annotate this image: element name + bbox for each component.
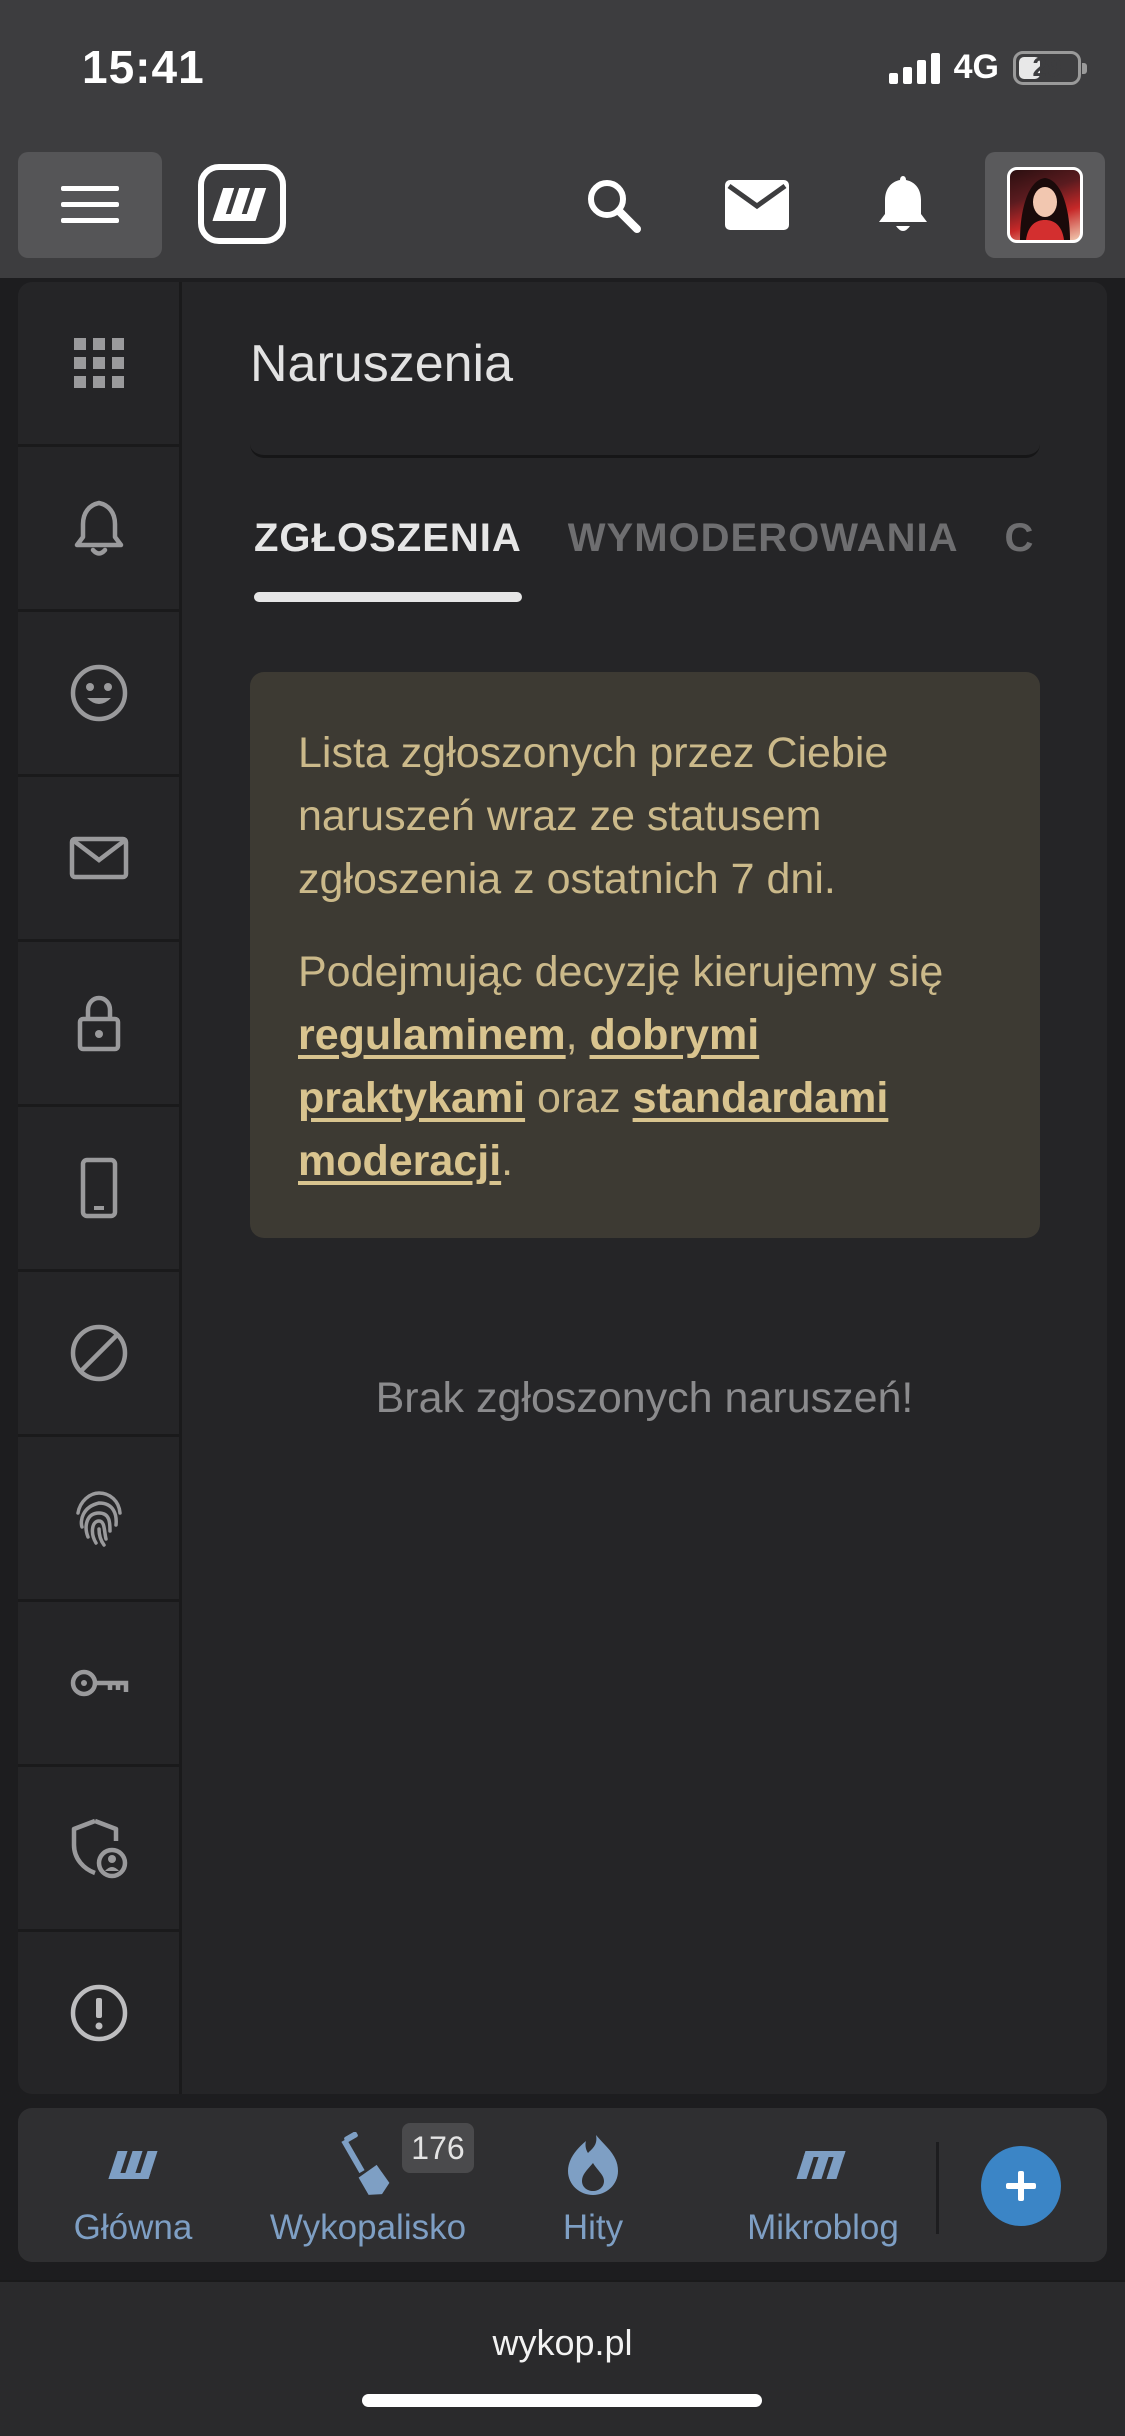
settings-sidebar [18, 282, 182, 2094]
notifications-button[interactable] [868, 170, 938, 240]
content-area: Naruszenia ZGŁOSZENIA WYMODEROWANIA C List… [182, 282, 1107, 2094]
nav-label: Wykopalisko [269, 2208, 467, 2247]
flame-icon [568, 2135, 618, 2195]
user-avatar [1007, 167, 1083, 243]
grid-icon [73, 338, 124, 388]
main-card: Naruszenia ZGŁOSZENIA WYMODEROWANIA C List… [18, 282, 1107, 2094]
sidebar-item-privacy[interactable] [18, 1437, 179, 1602]
wykop-logo[interactable] [198, 164, 286, 244]
block-icon [70, 1324, 127, 1382]
wykop-home-icon [108, 2151, 158, 2179]
sidebar-item-violations[interactable] [18, 1932, 179, 2094]
sidebar-item-password[interactable] [18, 1602, 179, 1767]
title-divider [250, 444, 1040, 458]
browser-address-bar[interactable]: wykop.pl [0, 2280, 1125, 2436]
status-bar: 15:41 4G 29 [0, 0, 1125, 140]
nav-label: Mikroblog [747, 2208, 899, 2247]
search-button[interactable] [578, 170, 648, 240]
sidebar-item-devices[interactable] [18, 1107, 179, 1272]
tabs: ZGŁOSZENIA WYMODEROWANIA C [254, 516, 1040, 606]
signal-icon [888, 52, 940, 84]
info-text: oraz [525, 1074, 633, 1122]
nav-item-hity[interactable]: Hity [488, 2108, 698, 2262]
microblog-icon [796, 2151, 846, 2179]
mail-icon [725, 180, 789, 230]
sidebar-item-notifications[interactable] [18, 447, 179, 612]
key-icon [70, 1669, 128, 1697]
bottom-navigation: Główna Wykopalisko 176 Hity Mikroblog [18, 2108, 1107, 2262]
info-text: Podejmując decyzję kierujemy się [298, 948, 944, 996]
sidebar-item-security[interactable] [18, 942, 179, 1107]
bell-icon [879, 176, 927, 231]
plus-icon [1006, 2171, 1036, 2201]
mail-icon [69, 836, 128, 880]
profile-button[interactable] [985, 152, 1105, 258]
info-text: , [565, 1011, 590, 1059]
sidebar-item-messages[interactable] [18, 777, 179, 942]
status-indicators: 4G 29 [888, 48, 1087, 87]
top-app-bar [0, 140, 1125, 278]
nav-item-glowna[interactable]: Główna [18, 2108, 248, 2262]
shovel-icon [341, 2132, 390, 2195]
lock-icon [77, 995, 120, 1052]
nav-divider [936, 2142, 939, 2234]
home-indicator[interactable] [362, 2394, 762, 2407]
battery-icon: 29 [1013, 50, 1087, 85]
nav-item-mikroblog[interactable]: Mikroblog [708, 2108, 938, 2262]
page-title: Naruszenia [250, 335, 514, 393]
mail-button[interactable] [722, 170, 792, 240]
nav-label: Hity [562, 2208, 624, 2247]
nav-label: Główna [73, 2208, 193, 2247]
info-paragraph-1: Lista zgłoszonych przez Ciebie naruszeń … [298, 729, 889, 903]
shield-user-icon [71, 1818, 127, 1879]
battery-level: 29 [1032, 52, 1062, 82]
phone-icon [80, 1157, 117, 1219]
fingerprint-icon [75, 1491, 122, 1547]
info-paragraph-2: Podejmując decyzję kierujemy się regulam… [298, 941, 992, 1193]
search-icon [588, 180, 641, 233]
menu-button[interactable] [18, 152, 162, 258]
network-type: 4G [953, 48, 999, 86]
empty-state-message: Brak zgłoszonych naruszeń! [375, 1374, 914, 1422]
sidebar-item-moderation[interactable] [18, 1767, 179, 1932]
alert-icon [70, 1984, 127, 2042]
sidebar-item-general[interactable] [18, 282, 179, 447]
tab-zgloszenia[interactable]: ZGŁOSZENIA [254, 516, 522, 606]
wykopalisko-count-badge: 176 [402, 2123, 474, 2173]
add-button[interactable] [981, 2146, 1061, 2226]
wykop-logo-icon [198, 164, 286, 244]
hamburger-icon [61, 186, 119, 223]
tab-third[interactable]: C [1005, 516, 1035, 606]
info-box: Lista zgłoszonych przez Ciebie naruszeń … [250, 672, 1040, 1238]
bell-icon [74, 500, 123, 556]
sidebar-item-appearance[interactable] [18, 612, 179, 777]
regulamin-link[interactable]: regulaminem [298, 1011, 566, 1059]
tab-wymoderowania[interactable]: WYMODEROWANIA [568, 516, 959, 606]
status-time: 15:41 [82, 41, 205, 93]
smiley-icon [70, 664, 127, 722]
info-text: . [501, 1137, 514, 1185]
sidebar-item-blocked[interactable] [18, 1272, 179, 1437]
url-text[interactable]: wykop.pl [0, 2322, 1125, 2364]
